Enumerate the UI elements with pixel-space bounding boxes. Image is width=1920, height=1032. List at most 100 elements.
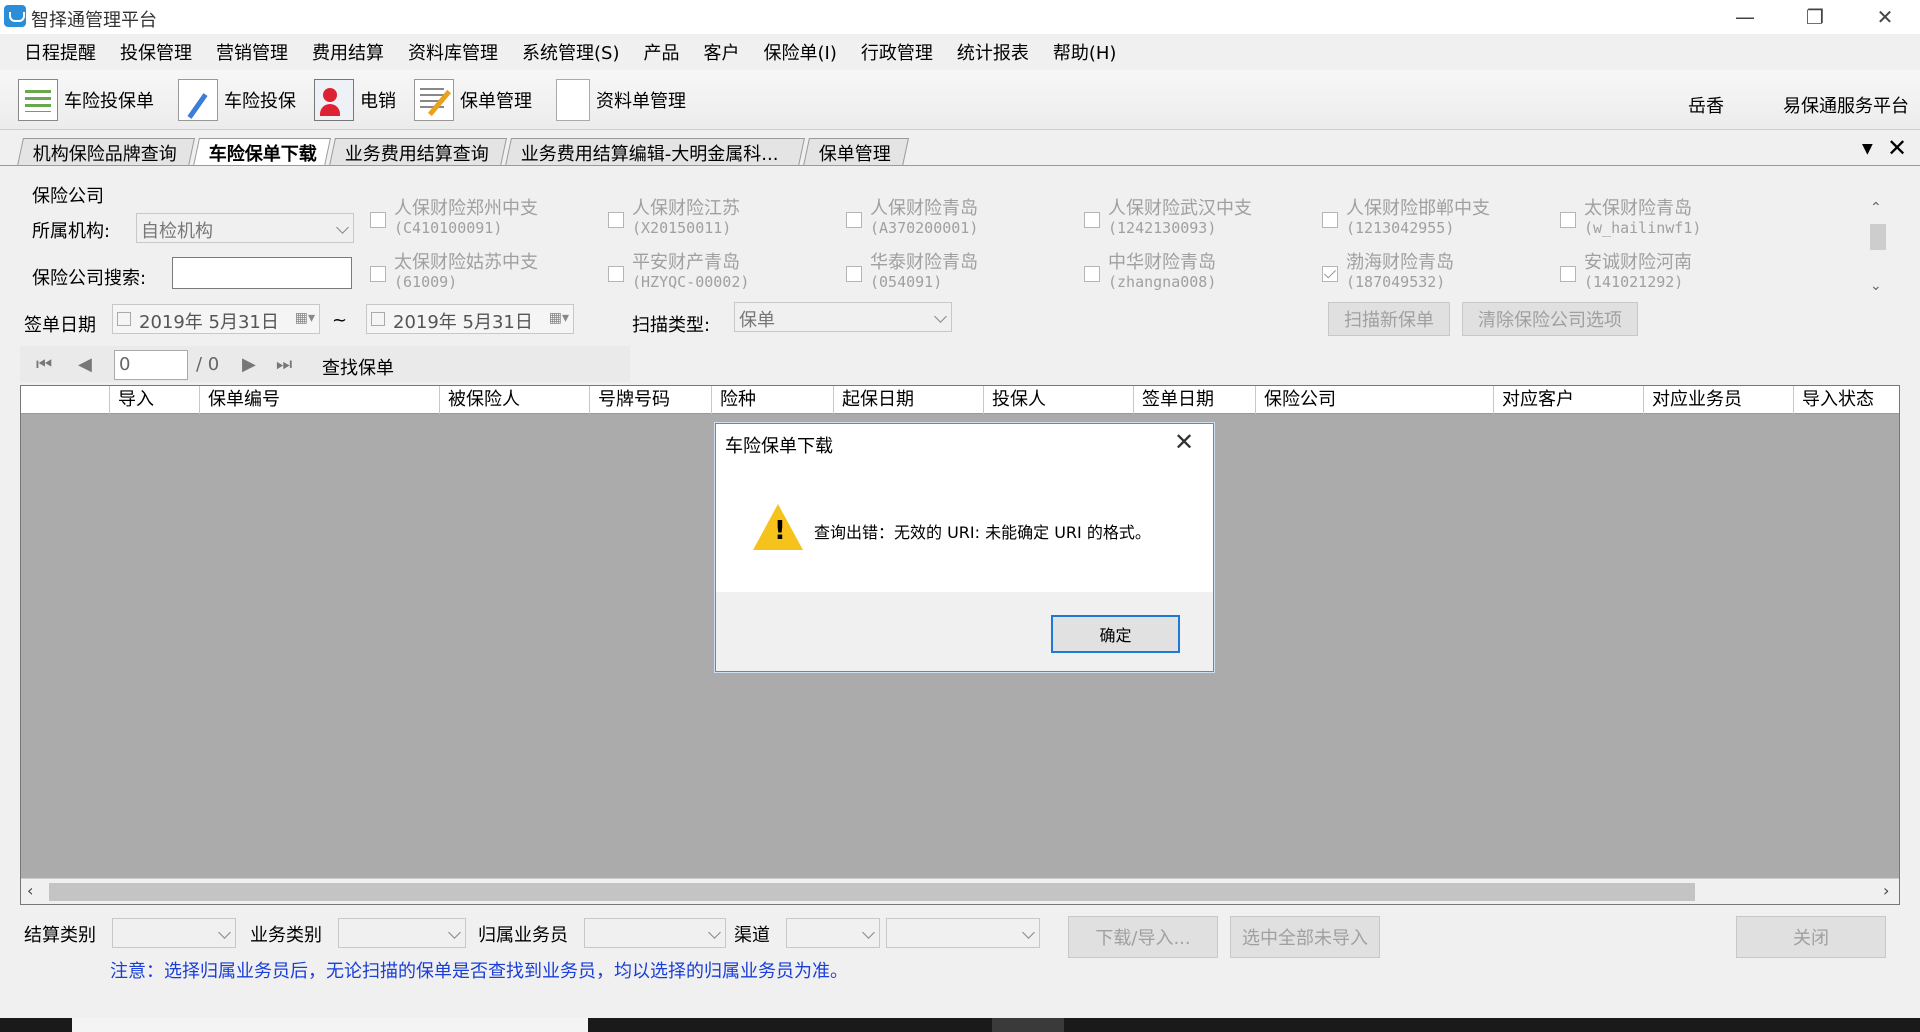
column-header-insured[interactable]: 被保险人 (439, 386, 589, 414)
channel-detail-select[interactable] (886, 918, 1040, 948)
calendar-dropdown-icon[interactable]: ▦▾ (549, 310, 569, 326)
company-option[interactable]: 渤海财险青岛 (187049532) (1322, 254, 1547, 300)
menu-policy[interactable]: 保险单(I) (751, 39, 848, 65)
dialog-close-icon[interactable]: ✕ (1174, 428, 1194, 456)
checkbox[interactable] (370, 212, 386, 228)
column-header-sign-date[interactable]: 签单日期 (1133, 386, 1255, 414)
telesales-button[interactable]: 电销 (314, 78, 396, 122)
company-option[interactable]: 中华财险青岛 (zhangna008) (1084, 254, 1309, 300)
date-from-checkbox[interactable] (117, 312, 131, 326)
company-option[interactable]: 人保财险江苏 (X20150011) (608, 200, 833, 246)
previous-record-icon[interactable]: ◀ (78, 354, 92, 375)
column-header-coverage[interactable]: 险种 (711, 386, 833, 414)
column-header-import-status[interactable]: 导入状态 (1793, 386, 1899, 414)
close-window-button[interactable]: ✕ (1850, 0, 1920, 34)
column-header-insurer[interactable]: 保险公司 (1255, 386, 1493, 414)
scroll-right-icon[interactable]: › (1883, 881, 1889, 900)
column-header-row-selector[interactable] (21, 386, 109, 414)
menu-customer[interactable]: 客户 (691, 39, 751, 65)
company-option[interactable]: 人保财险青岛 (A370200001) (846, 200, 1071, 246)
company-option[interactable]: 人保财险武汉中支 (1242130093) (1084, 200, 1309, 246)
column-header-customer[interactable]: 对应客户 (1493, 386, 1643, 414)
channel-select[interactable] (786, 918, 880, 948)
menu-reports[interactable]: 统计报表 (945, 39, 1041, 65)
date-to-picker[interactable]: 2019年 5月31日 ▦▾ (366, 304, 574, 334)
date-from-picker[interactable]: 2019年 5月31日 ▦▾ (112, 304, 320, 334)
checkbox[interactable] (846, 266, 862, 282)
download-import-button[interactable]: 下载/导入... (1068, 916, 1218, 958)
column-header-salesman[interactable]: 对应业务员 (1643, 386, 1793, 414)
company-option[interactable]: 太保财险姑苏中支 (61009) (370, 254, 595, 300)
tab-org-brand-query[interactable]: 机构保险品牌查询 (17, 138, 195, 166)
car-policy-form-button[interactable]: 车险投保单 (18, 78, 154, 122)
checkbox[interactable] (846, 212, 862, 228)
column-header-start-date[interactable]: 起保日期 (833, 386, 983, 414)
document-management-button[interactable]: 资料单管理 (556, 78, 686, 122)
scroll-thumb[interactable] (1870, 224, 1886, 250)
record-position-input[interactable]: 0 (114, 350, 188, 380)
next-record-icon[interactable]: ▶ (242, 354, 256, 375)
scroll-left-icon[interactable]: ‹ (27, 881, 33, 900)
tab-fee-settlement-query[interactable]: 业务费用结算查询 (329, 138, 507, 166)
menu-product[interactable]: 产品 (631, 39, 691, 65)
select-all-not-imported-button[interactable]: 选中全部未导入 (1230, 916, 1380, 958)
company-list-scrollbar[interactable]: ⌃ ⌄ (1868, 200, 1888, 298)
menu-help[interactable]: 帮助(H) (1041, 39, 1129, 65)
find-policy-button[interactable]: 查找保单 (322, 354, 394, 380)
calendar-dropdown-icon[interactable]: ▦▾ (295, 310, 315, 326)
business-type-select[interactable] (338, 918, 466, 948)
current-user[interactable]: 岳香 (1688, 92, 1724, 118)
salesman-select[interactable] (584, 918, 726, 948)
close-button[interactable]: 关闭 (1736, 916, 1886, 958)
scan-type-select[interactable]: 保单 (734, 302, 952, 332)
checkbox[interactable] (1560, 212, 1576, 228)
taskbar-item[interactable] (72, 1018, 588, 1032)
menu-marketing[interactable]: 营销管理 (204, 39, 300, 65)
column-header-policy-number[interactable]: 保单编号 (199, 386, 439, 414)
company-option[interactable]: 华泰财险青岛 (054091) (846, 254, 1071, 300)
company-option[interactable]: 人保财险邯郸中支 (1213042955) (1322, 200, 1547, 246)
menu-database[interactable]: 资料库管理 (396, 39, 510, 65)
company-option[interactable]: 平安财产青岛 (HZYQC-00002) (608, 254, 833, 300)
company-option[interactable]: 安诚财险河南 (141021292) (1560, 254, 1780, 300)
taskbar-item[interactable] (992, 1018, 1064, 1032)
checkbox[interactable] (608, 266, 624, 282)
tab-policy-management[interactable]: 保单管理 (803, 138, 909, 166)
company-search-input[interactable] (172, 257, 352, 289)
scroll-up-icon[interactable]: ⌃ (1870, 200, 1882, 216)
close-tab-icon[interactable]: ✕ (1887, 134, 1907, 162)
tab-list-dropdown-icon[interactable]: ▼ (1862, 141, 1873, 157)
menu-admin[interactable]: 行政管理 (849, 39, 945, 65)
company-option[interactable]: 太保财险青岛 (w_hailinwf1) (1560, 200, 1780, 246)
checkbox-checked[interactable] (1322, 266, 1338, 282)
scroll-down-icon[interactable]: ⌄ (1870, 278, 1882, 294)
settlement-type-select[interactable] (112, 918, 236, 948)
last-record-icon[interactable]: ⏭ (276, 354, 292, 375)
checkbox[interactable] (1084, 266, 1100, 282)
column-header-import[interactable]: 导入 (109, 386, 199, 414)
menu-schedule[interactable]: 日程提醒 (12, 39, 108, 65)
car-insure-button[interactable]: 车险投保 (178, 78, 296, 122)
menu-settlement[interactable]: 费用结算 (300, 39, 396, 65)
tab-car-policy-download[interactable]: 车险保单下载 (193, 138, 331, 166)
service-platform-link[interactable]: 易保通服务平台 (1783, 92, 1909, 118)
date-to-checkbox[interactable] (371, 312, 385, 326)
org-select[interactable]: 自检机构 (136, 213, 354, 243)
clear-company-options-button[interactable]: 清除保险公司选项 (1462, 302, 1638, 336)
column-header-plate-number[interactable]: 号牌号码 (589, 386, 711, 414)
scan-new-policy-button[interactable]: 扫描新保单 (1328, 302, 1450, 336)
scroll-thumb[interactable] (49, 883, 1695, 901)
grid-horizontal-scrollbar[interactable]: ‹ › (21, 878, 1899, 904)
menu-system[interactable]: 系统管理(S) (510, 39, 631, 65)
company-option[interactable]: 人保财险郑州中支 (C410100091) (370, 200, 595, 246)
checkbox[interactable] (608, 212, 624, 228)
checkbox[interactable] (1084, 212, 1100, 228)
first-record-icon[interactable]: ⏮ (36, 354, 52, 375)
tab-fee-settlement-edit[interactable]: 业务费用结算编辑-大明金属科... (505, 138, 805, 166)
policy-management-button[interactable]: 保单管理 (414, 78, 532, 122)
ok-button[interactable]: 确定 (1051, 615, 1180, 653)
minimize-button[interactable]: — (1710, 0, 1780, 34)
checkbox[interactable] (1322, 212, 1338, 228)
checkbox[interactable] (1560, 266, 1576, 282)
checkbox[interactable] (370, 266, 386, 282)
